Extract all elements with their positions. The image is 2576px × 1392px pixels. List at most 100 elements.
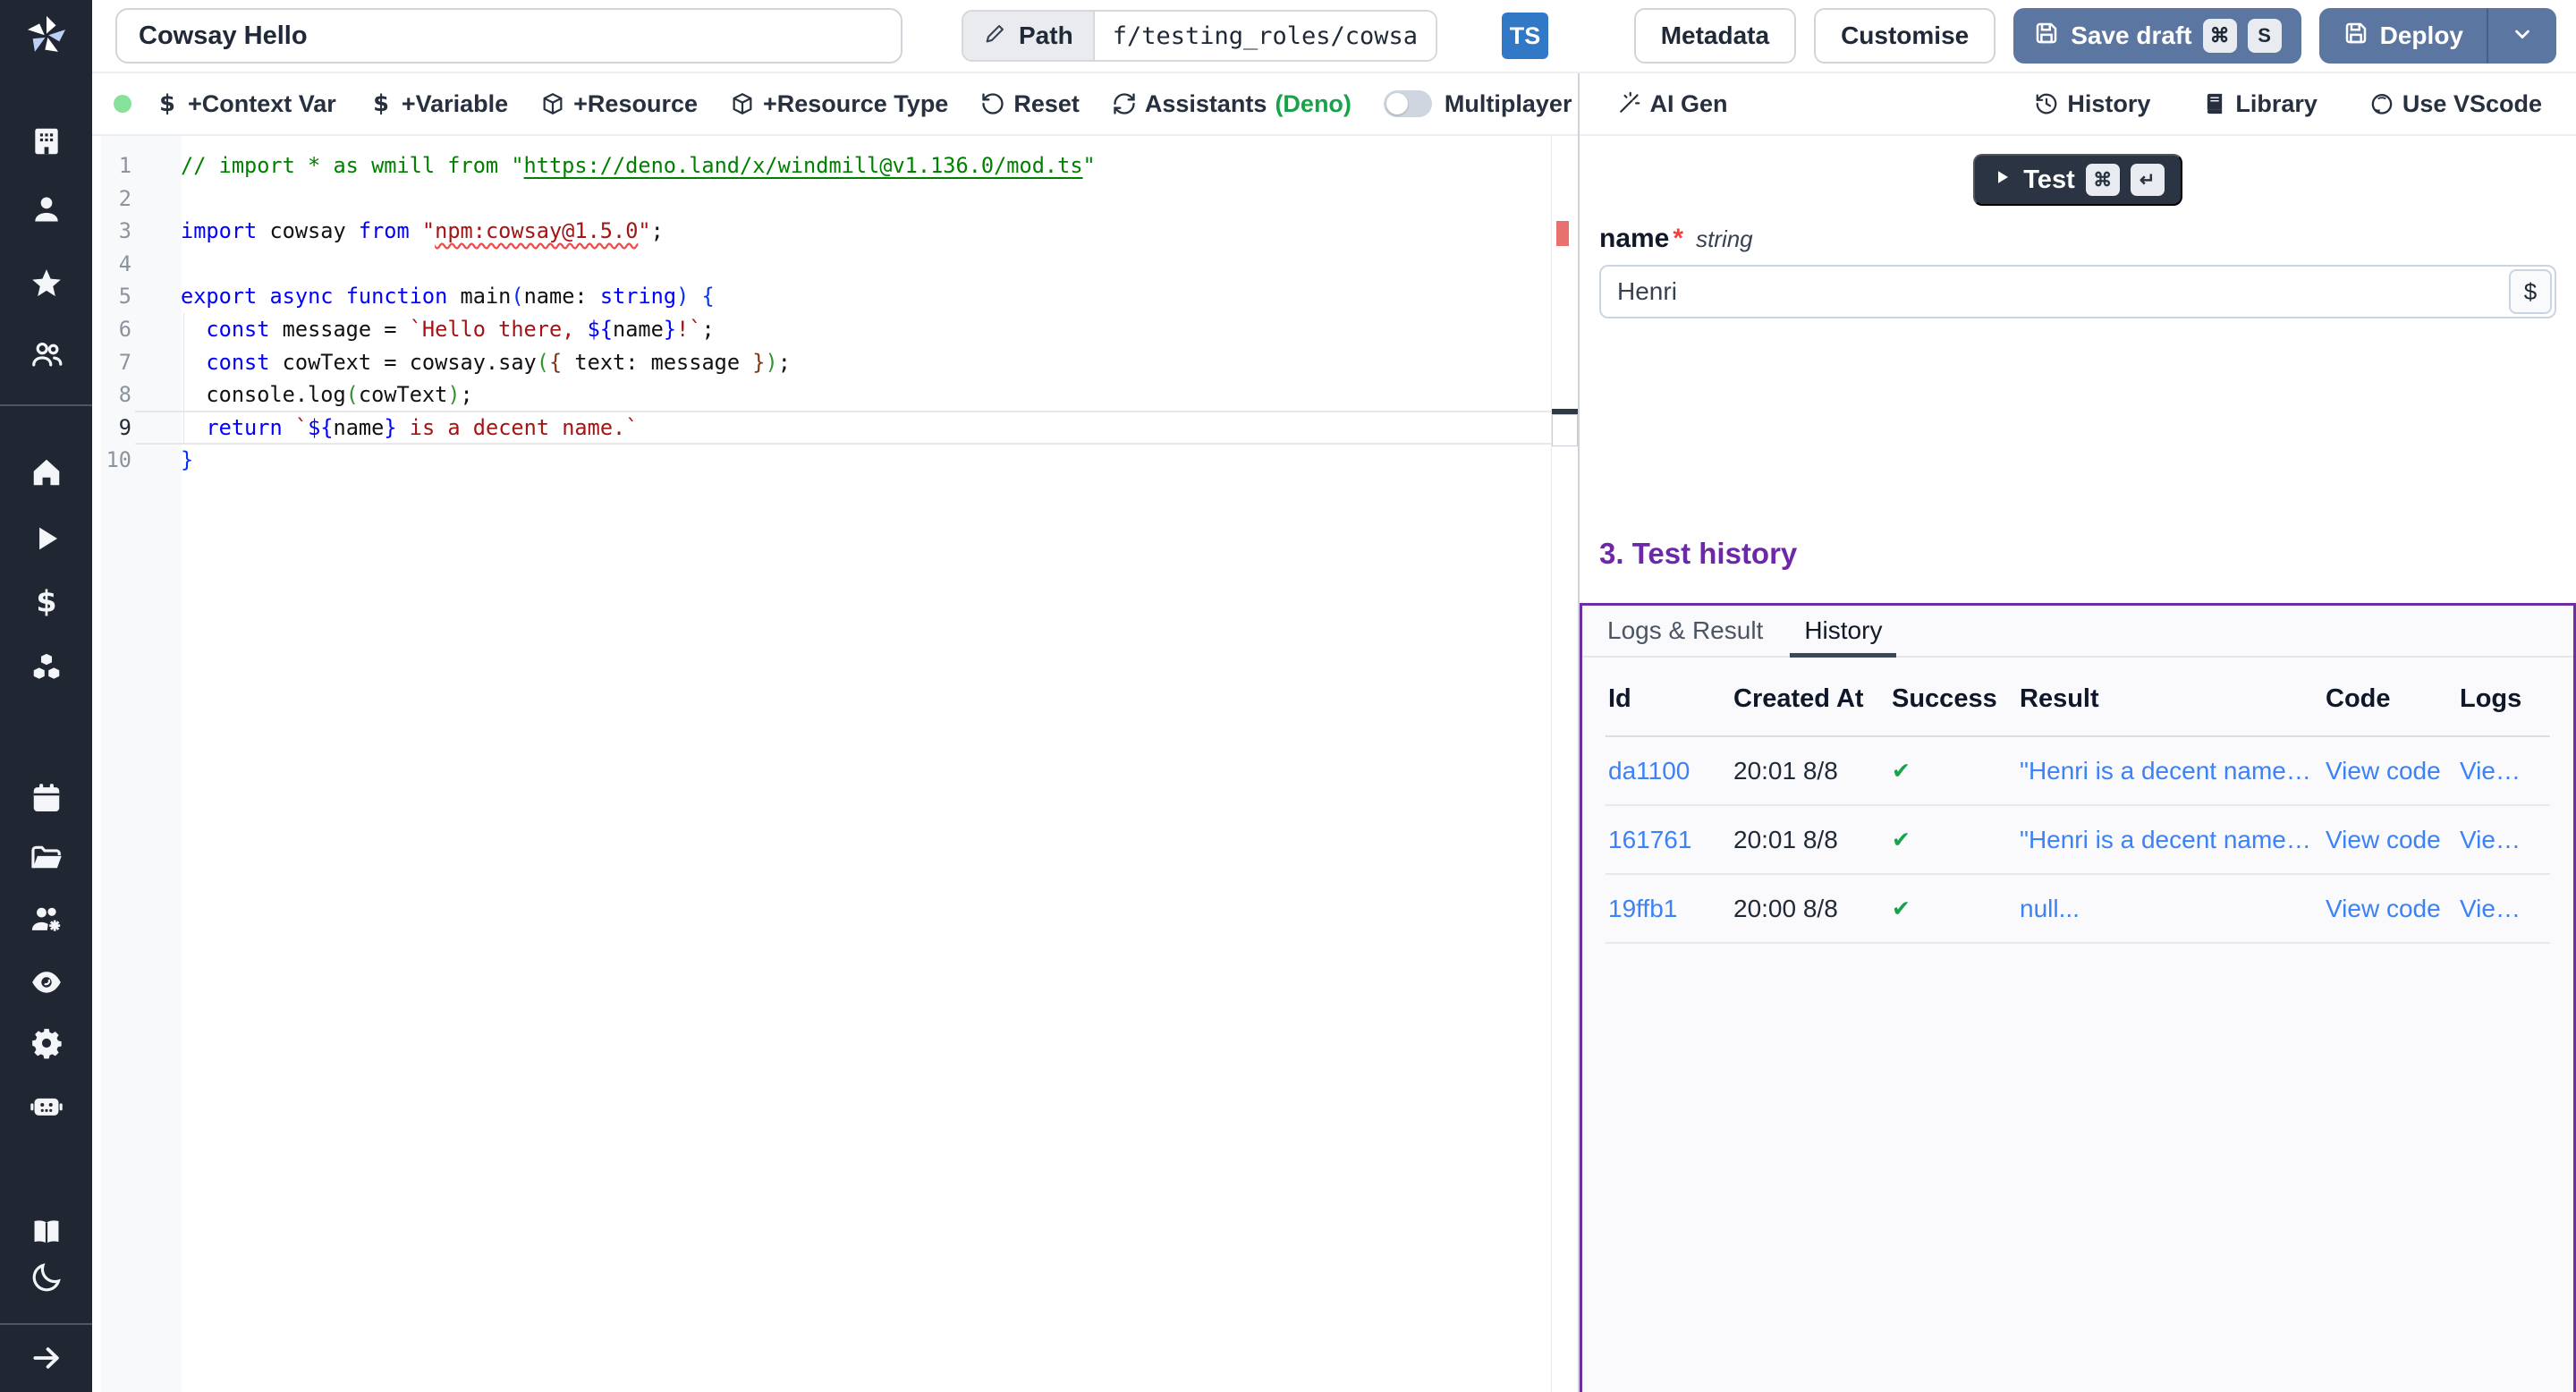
metadata-button[interactable]: Metadata — [1634, 8, 1796, 64]
package-icon — [730, 91, 755, 116]
table-row: da110020:01 8/8✔"Henri is a decent name.… — [1606, 737, 2550, 806]
path-value: f/testing_roles/cowsa — [1093, 12, 1436, 60]
code-line: 5export async function main(name: string… — [92, 280, 1551, 313]
refresh-icon — [1112, 91, 1137, 116]
insert-variable-button[interactable]: $ — [2509, 269, 2552, 314]
table-row: 19ffb120:00 8/8✔null...View codeView log… — [1606, 875, 2550, 944]
assistants-button[interactable]: Assistants (Deno) — [1112, 90, 1352, 118]
play-icon — [1991, 166, 2012, 195]
sidebar-item-boxes-icon[interactable] — [30, 651, 64, 685]
test-button[interactable]: Test ⌘ ↵ — [1973, 154, 2182, 206]
code-editor[interactable]: 1// import * as wmill from "https://deno… — [92, 136, 1578, 1392]
path-label: Path — [1019, 21, 1073, 50]
add-context-var-button[interactable]: $ +Context Var — [155, 90, 336, 118]
github-icon — [2369, 91, 2394, 116]
sidebar-item-folder-open-icon[interactable] — [30, 842, 64, 876]
deploy-dropdown-button[interactable] — [2487, 8, 2556, 64]
sidebar-item-building-icon[interactable] — [30, 124, 64, 158]
windmill-script-editor: $ Path f/testing_roles/cowsa TS Metadata… — [0, 0, 2576, 1392]
library-button[interactable]: Library — [2202, 90, 2318, 118]
multiplayer-toggle[interactable] — [1384, 90, 1432, 117]
use-vscode-button[interactable]: Use VScode — [2369, 90, 2542, 118]
view-code-link[interactable]: View code — [2326, 757, 2460, 785]
sidebar-item-eye-icon[interactable] — [30, 965, 64, 999]
sidebar-item-user-icon[interactable] — [30, 192, 64, 226]
add-resource-type-button[interactable]: +Resource Type — [730, 90, 948, 118]
svg-text:$: $ — [36, 585, 56, 618]
path-button[interactable]: Path f/testing_roles/cowsa — [962, 10, 1437, 62]
sidebar-item-arrow-right-icon[interactable] — [30, 1341, 64, 1375]
view-logs-link[interactable]: View logs — [2460, 757, 2550, 785]
sidebar-item-play-icon[interactable] — [30, 522, 64, 556]
pencil-icon — [983, 21, 1008, 52]
tab-logs-result[interactable]: Logs & Result — [1607, 606, 1763, 656]
reset-button[interactable]: Reset — [980, 90, 1080, 118]
run-id-link[interactable]: 19ffb1 — [1608, 895, 1733, 923]
sidebar-item-calendar-icon[interactable] — [30, 781, 64, 815]
code-line: 6 const message = `Hello there, ${name}!… — [92, 313, 1551, 346]
column-header: Id — [1608, 684, 1733, 714]
result-link[interactable]: "Henri is a decent name"... — [2020, 826, 2326, 854]
code-line: 7 const cowText = cowsay.say({ text: mes… — [92, 346, 1551, 379]
sidebar-divider — [0, 404, 92, 406]
rotate-ccw-icon — [980, 91, 1005, 116]
column-header: Logs — [2460, 684, 2550, 714]
sidebar-item-bot-icon[interactable] — [30, 1088, 64, 1122]
view-logs-link[interactable]: View logs — [2460, 826, 2550, 854]
cmd-key-badge: ⌘ — [2086, 164, 2120, 196]
sidebar-item-dollar-icon[interactable]: $ — [30, 585, 64, 619]
sidebar-item-book-open-icon[interactable] — [30, 1215, 64, 1249]
topbar: Path f/testing_roles/cowsa TS Metadata C… — [92, 0, 2576, 73]
error-marker — [1556, 221, 1569, 246]
viewport-marker — [1552, 414, 1578, 446]
sidebar-item-moon-icon[interactable] — [30, 1260, 64, 1294]
add-variable-button[interactable]: $ +Variable — [369, 90, 508, 118]
run-id-link[interactable]: 161761 — [1608, 826, 1733, 854]
windmill-logo-icon[interactable] — [21, 11, 72, 61]
deploy-button-group: Deploy — [2319, 8, 2556, 64]
script-name-input[interactable] — [115, 8, 902, 64]
view-code-link[interactable]: View code — [2326, 826, 2460, 854]
column-header: Success — [1892, 684, 2020, 714]
add-resource-button[interactable]: +Resource — [540, 90, 698, 118]
history-button[interactable]: History — [2034, 90, 2150, 118]
code-line: 8 console.log(cowText); — [92, 378, 1551, 412]
column-header: Created At — [1733, 684, 1892, 714]
tab-history[interactable]: History — [1804, 606, 1882, 656]
wand-icon — [1616, 91, 1641, 116]
cmd-key-badge: ⌘ — [2203, 19, 2237, 53]
field-name-label: name — [1599, 224, 1669, 254]
save-icon — [2343, 20, 2369, 53]
multiplayer-label: Multiplayer — [1445, 90, 1572, 118]
name-field-input[interactable] — [1599, 265, 2556, 318]
code-line: 10} — [92, 444, 1551, 477]
sidebar-item-users-cog-icon[interactable] — [30, 903, 64, 937]
result-link[interactable]: null... — [2020, 895, 2326, 923]
created-at: 20:00 8/8 — [1733, 895, 1892, 923]
required-asterisk: * — [1673, 224, 1683, 254]
success-check-icon: ✔ — [1892, 758, 2020, 785]
ai-gen-button[interactable]: AI Gen — [1616, 90, 1727, 118]
sidebar-item-users-icon[interactable] — [30, 337, 64, 371]
code-line: 1// import * as wmill from "https://deno… — [92, 149, 1551, 182]
sidebar-item-home-icon[interactable] — [30, 455, 64, 489]
success-check-icon: ✔ — [1892, 895, 2020, 922]
view-code-link[interactable]: View code — [2326, 895, 2460, 923]
run-id-link[interactable]: da1100 — [1608, 757, 1733, 785]
result-link[interactable]: "Henri is a decent name."... — [2020, 757, 2326, 785]
test-panel: Test ⌘ ↵ name * string $ 3. Test history… — [1580, 136, 2576, 1392]
sidebar-item-settings-icon[interactable] — [30, 1026, 64, 1060]
view-logs-link[interactable]: View logs — [2460, 895, 2550, 923]
column-header: Code — [2326, 684, 2460, 714]
save-draft-label: Save draft — [2071, 21, 2191, 50]
sidebar-item-star-icon[interactable] — [30, 267, 64, 301]
code-line: 9 return `${name} is a decent name.` — [92, 412, 1551, 445]
chevron-down-icon — [2510, 21, 2535, 51]
overview-ruler[interactable] — [1551, 136, 1578, 1392]
test-history-container: Logs & Result History IdCreated AtSucces… — [1580, 603, 2576, 1392]
customise-button[interactable]: Customise — [1814, 8, 1996, 64]
s-key-badge: S — [2248, 19, 2282, 53]
save-draft-button[interactable]: Save draft ⌘ S — [2013, 8, 2301, 64]
deploy-button[interactable]: Deploy — [2319, 8, 2487, 64]
svg-text:$: $ — [159, 91, 175, 116]
